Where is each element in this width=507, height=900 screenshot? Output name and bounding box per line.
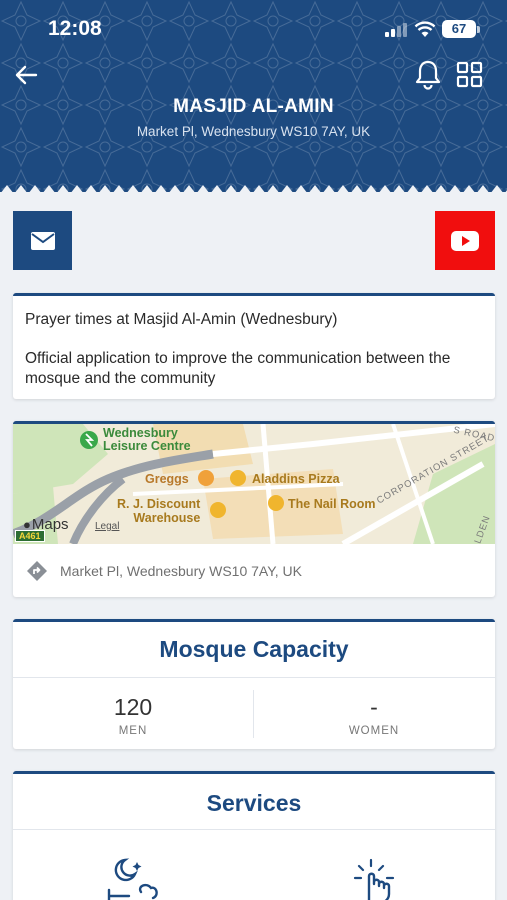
divider: [13, 829, 495, 830]
map-label-aladdins: Aladdins Pizza: [252, 472, 340, 486]
men-capacity: 120 MEN: [13, 694, 253, 737]
directions-row[interactable]: Market Pl, Wednesbury WS10 7AY, UK: [13, 544, 495, 597]
map-label-leisure-centre: Wednesbury Leisure Centre: [103, 426, 191, 453]
description-card: Prayer times at Masjid Al-Amin (Wednesbu…: [13, 293, 495, 399]
services-card: Services: [13, 771, 495, 900]
grid-menu-icon[interactable]: [455, 60, 485, 90]
services-title: Services: [206, 790, 302, 816]
bell-icon[interactable]: [413, 58, 443, 90]
header-scallop-edge: [0, 182, 507, 192]
apple-logo-icon: ●: [23, 517, 31, 532]
status-bar: 12:08 67: [0, 0, 507, 58]
women-capacity: - WOMEN: [254, 694, 494, 737]
women-capacity-value: -: [370, 694, 378, 720]
men-capacity-label: MEN: [118, 725, 148, 737]
description-line-1: Prayer times at Masjid Al-Amin (Wednesbu…: [25, 311, 338, 328]
mosque-header: 12:08 67 MASJID AL-AMIN Market Pl, Wedne…: [0, 0, 507, 192]
map-label-nail-room: The Nail Room: [288, 497, 376, 511]
directions-address: Market Pl, Wednesbury WS10 7AY, UK: [60, 562, 302, 579]
divider: [13, 677, 495, 678]
maps-legal-link[interactable]: Legal: [95, 521, 119, 532]
directions-icon: [27, 560, 47, 581]
map-view[interactable]: Wednesbury Leisure Centre Greggs Aladdin…: [13, 424, 495, 544]
status-time: 12:08: [48, 17, 102, 40]
email-button[interactable]: [13, 211, 72, 270]
map-card[interactable]: Wednesbury Leisure Centre Greggs Aladdin…: [13, 421, 495, 597]
youtube-icon: [451, 230, 479, 251]
map-label-rj-discount: R. J. Discount Warehouse: [117, 497, 201, 525]
ablution-icon[interactable]: [101, 856, 161, 900]
cellular-signal-icon: [385, 23, 407, 37]
men-capacity-value: 120: [113, 694, 153, 720]
map-label-greggs: Greggs: [145, 472, 189, 486]
women-capacity-label: WOMEN: [348, 725, 400, 737]
battery-nub: [477, 26, 480, 33]
mosque-address: Market Pl, Wednesbury WS10 7AY, UK: [136, 124, 371, 139]
wifi-icon: [414, 21, 436, 37]
battery-indicator: 67: [442, 20, 476, 38]
mail-icon: [30, 231, 55, 250]
prayer-hand-icon[interactable]: [349, 856, 399, 900]
youtube-button[interactable]: [435, 211, 495, 270]
back-arrow-icon[interactable]: [12, 60, 42, 90]
capacity-title: Mosque Capacity: [159, 636, 349, 662]
description-line-2: Official application to improve the comm…: [25, 350, 451, 387]
maps-brand: ● Maps: [23, 516, 69, 533]
capacity-card: Mosque Capacity 120 MEN - WOMEN: [13, 619, 495, 749]
mosque-title: MASJID AL-AMIN: [173, 96, 334, 117]
